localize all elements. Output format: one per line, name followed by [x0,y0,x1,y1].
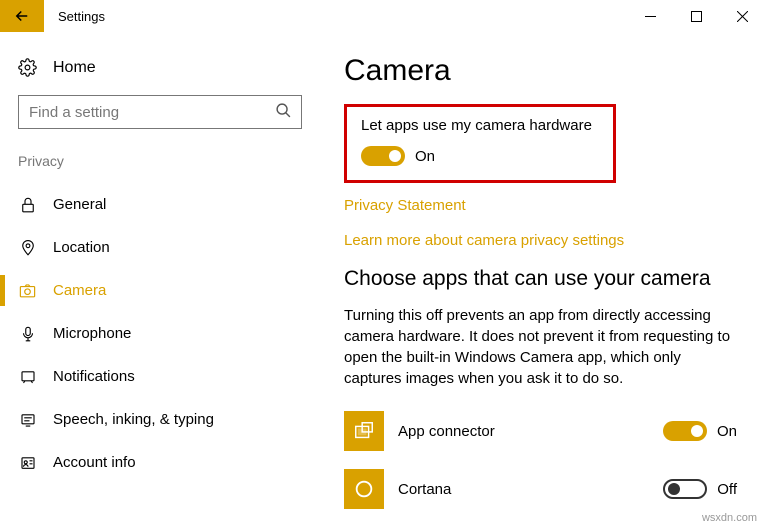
sidebar-item-label: Microphone [53,325,131,342]
section-label: Privacy [0,153,320,183]
cortana-state: Off [717,481,737,498]
sidebar-item-account[interactable]: Account info [0,441,320,484]
app-connector-state: On [717,423,737,440]
master-toggle-state: On [415,148,435,165]
search-icon [275,102,292,124]
minimize-button[interactable] [627,0,673,32]
sidebar-item-label: Speech, inking, & typing [53,411,214,428]
close-icon [737,11,748,22]
sidebar-item-label: Notifications [53,368,135,385]
sidebar-item-speech[interactable]: Speech, inking, & typing [0,398,320,441]
close-button[interactable] [719,0,765,32]
sidebar-item-label: Location [53,239,110,256]
microphone-icon [18,324,37,343]
home-label: Home [53,59,96,77]
home-button[interactable]: Home [0,50,320,85]
app-row-cortana: Cortana Off [344,469,737,509]
arrow-left-icon [13,7,31,25]
maximize-button[interactable] [673,0,719,32]
app-name: App connector [398,423,653,440]
sidebar-item-camera[interactable]: Camera [0,269,320,312]
back-button[interactable] [0,0,44,32]
minimize-icon [645,11,656,22]
app-name: Cortana [398,481,653,498]
window-title: Settings [44,0,627,32]
highlight-box: Let apps use my camera hardware On [344,104,616,183]
maximize-icon [691,11,702,22]
sidebar-item-label: Account info [53,454,136,471]
page-title: Camera [344,54,737,88]
lock-icon [18,195,37,214]
cortana-toggle[interactable] [663,479,707,499]
camera-icon [18,281,37,300]
watermark: wsxdn.com [702,512,757,524]
speech-icon [18,410,37,429]
sidebar-item-microphone[interactable]: Microphone [0,312,320,355]
notifications-icon [18,367,37,386]
choose-apps-heading: Choose apps that can use your camera [344,267,737,291]
sidebar-item-label: General [53,196,106,213]
account-icon [18,453,37,472]
learn-more-link[interactable]: Learn more about camera privacy settings [344,232,737,249]
cortana-icon [344,469,384,509]
app-row-connector: App connector On [344,411,737,451]
sidebar-item-label: Camera [53,282,106,299]
app-connector-toggle[interactable] [663,421,707,441]
sidebar-item-notifications[interactable]: Notifications [0,355,320,398]
sidebar: Home Privacy General Location Camera Mic… [0,32,320,530]
main-panel: Camera Let apps use my camera hardware O… [320,32,765,530]
sidebar-item-general[interactable]: General [0,183,320,226]
privacy-statement-link[interactable]: Privacy Statement [344,197,737,214]
master-toggle[interactable] [361,146,405,166]
location-icon [18,238,37,257]
master-toggle-label: Let apps use my camera hardware [361,117,599,134]
sidebar-item-location[interactable]: Location [0,226,320,269]
search-input[interactable] [18,95,302,129]
gear-icon [18,58,37,77]
app-connector-icon [344,411,384,451]
choose-apps-desc: Turning this off prevents an app from di… [344,305,737,389]
